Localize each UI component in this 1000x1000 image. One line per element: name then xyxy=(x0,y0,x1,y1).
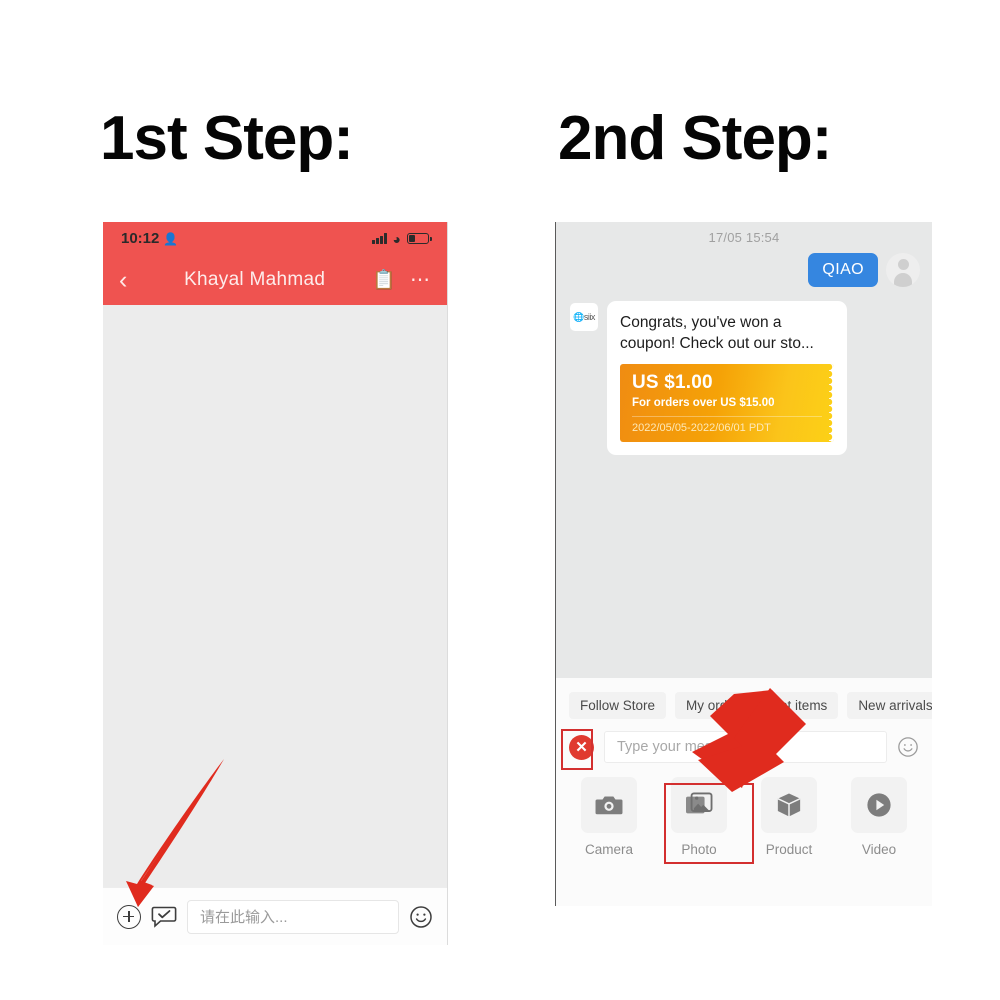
status-bar: 10:12 👤 ◕ xyxy=(103,222,447,255)
outgoing-message-row: QIAO xyxy=(556,245,932,287)
camera-icon xyxy=(581,777,637,833)
chat-check-icon[interactable] xyxy=(151,905,177,929)
coupon-card[interactable]: US $1.00 For orders over US $15.00 2022/… xyxy=(620,363,834,442)
smiley-icon-2[interactable] xyxy=(897,736,919,758)
attachment-product[interactable]: Product xyxy=(749,777,829,857)
attachment-camera-label: Camera xyxy=(584,842,633,857)
wifi-icon: ◕ xyxy=(392,230,401,247)
status-time: 10:12 xyxy=(121,230,160,247)
incoming-message-text: Congrats, you've won a coupon! Check out… xyxy=(620,314,814,352)
chat-title: Khayal Mahmad xyxy=(184,269,326,290)
chip-follow-store[interactable]: Follow Store xyxy=(569,692,667,719)
signal-bars-icon xyxy=(372,233,387,244)
message-input-bar: 请在此输入... xyxy=(103,887,447,945)
video-play-icon xyxy=(851,777,907,833)
nav-bar: ‹ Khayal Mahmad 📋 ⋯ xyxy=(103,255,447,305)
highlight-box-close-button xyxy=(561,729,593,770)
attachment-camera[interactable]: Camera xyxy=(569,777,649,857)
chat-timestamp: 17/05 15:54 xyxy=(708,230,780,245)
attachment-video-label: Video xyxy=(861,842,897,857)
plus-circle-icon[interactable] xyxy=(117,904,141,929)
phone-screenshot-step1: 10:12 👤 ◕ ‹ Khayal Mahmad 📋 ⋯ 请在此输入... xyxy=(103,222,448,945)
outgoing-message-bubble: QIAO xyxy=(808,253,878,287)
store-logo-icon: 🌐siix xyxy=(570,303,598,331)
message-input-field-2[interactable]: Type your message... xyxy=(604,731,887,763)
coupon-amount: US $1.00 xyxy=(632,371,713,393)
nav-actions: 📋 ⋯ xyxy=(372,270,431,290)
status-icons: ◕ xyxy=(372,230,432,247)
attachment-video[interactable]: Video xyxy=(839,777,919,857)
clipboard-icon[interactable]: 📋 xyxy=(372,271,396,290)
coupon-condition: For orders over US $15.00 xyxy=(632,396,775,409)
incoming-message-bubble[interactable]: Congrats, you've won a coupon! Check out… xyxy=(607,301,847,455)
chat-message-area xyxy=(103,305,447,887)
quick-reply-chips: Follow Store My order Hot items New arri… xyxy=(556,678,932,719)
smiley-icon[interactable] xyxy=(409,905,433,929)
message-input-placeholder: 请在此输入... xyxy=(200,909,288,926)
more-dots-icon[interactable]: ⋯ xyxy=(410,270,431,290)
message-input-field[interactable]: 请在此输入... xyxy=(187,899,399,934)
chip-hot-items[interactable]: Hot items xyxy=(759,692,839,719)
step-2-heading: 2nd Step: xyxy=(558,104,832,173)
highlight-box-photo-option xyxy=(664,783,754,864)
chip-new-arrivals[interactable]: New arrivals xyxy=(847,692,932,719)
incoming-message-row: 🌐siix Congrats, you've won a coupon! Che… xyxy=(556,287,932,455)
app-header: 10:12 👤 ◕ ‹ Khayal Mahmad 📋 ⋯ xyxy=(103,222,447,305)
status-time-group: 10:12 👤 xyxy=(121,230,178,247)
person-icon: 👤 xyxy=(163,231,179,246)
chip-my-order[interactable]: My order xyxy=(675,692,751,719)
user-avatar-icon xyxy=(886,253,920,287)
product-box-icon xyxy=(761,777,817,833)
tutorial-screenshot: 1st Step: 2nd Step: 10:12 👤 ◕ ‹ Khayal M… xyxy=(0,0,1000,1000)
step-1-heading: 1st Step: xyxy=(100,104,354,173)
coupon-validity: 2022/05/05-2022/06/01 PDT xyxy=(632,415,822,434)
battery-low-icon xyxy=(407,233,432,244)
message-input-bar-2: ✕ Type your message... xyxy=(556,719,932,763)
attachment-product-label: Product xyxy=(765,842,813,857)
chat-message-area-2: 17/05 15:54 QIAO 🌐siix Congrats, you've … xyxy=(556,222,932,678)
message-input-placeholder-2: Type your message... xyxy=(617,739,756,755)
